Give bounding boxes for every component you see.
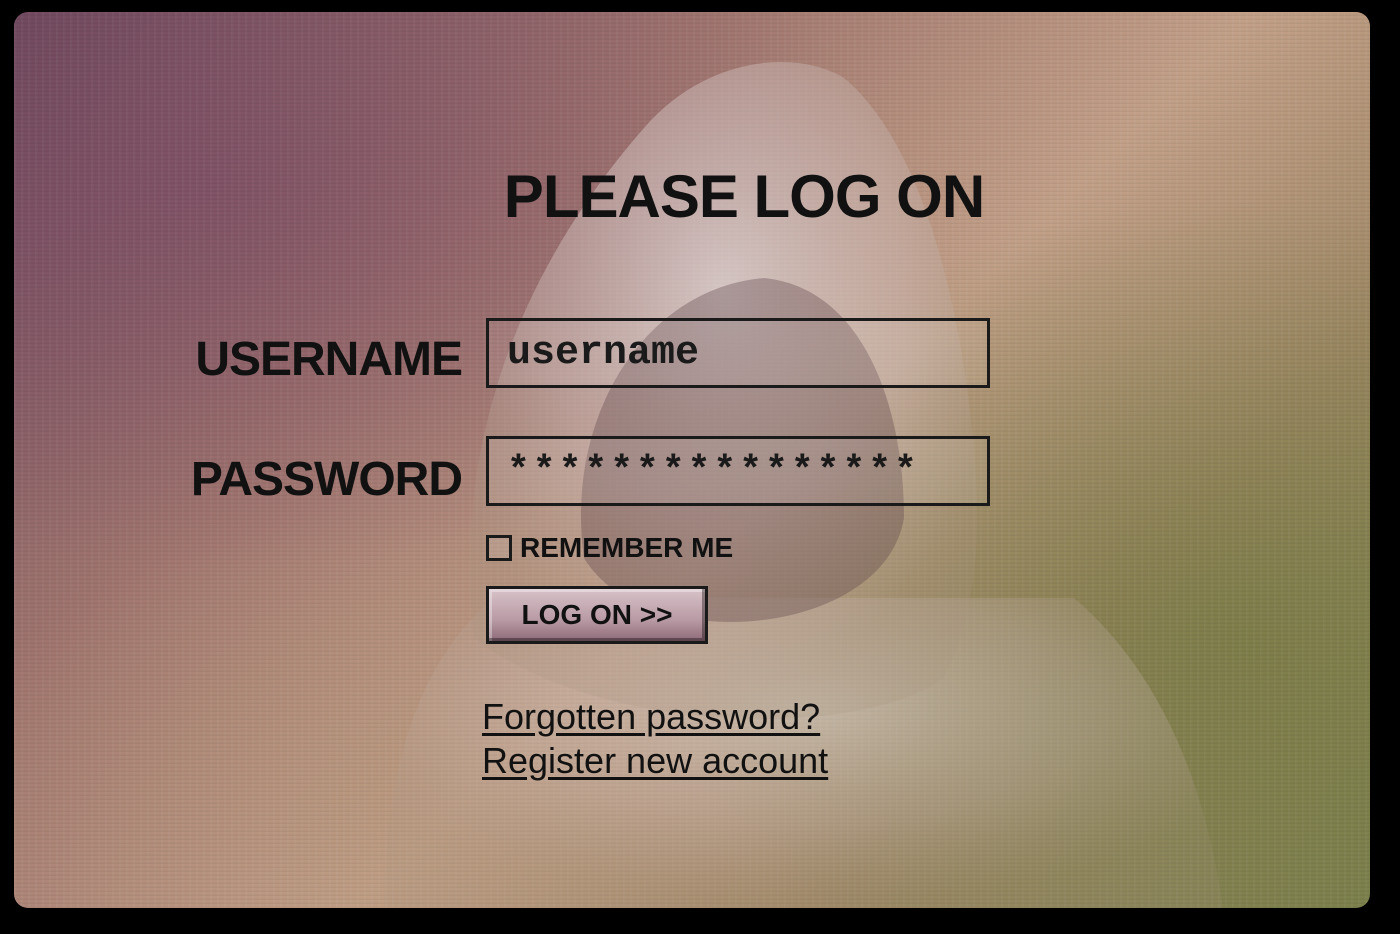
username-field[interactable]: username [486, 318, 990, 388]
username-field-value: username [507, 330, 700, 376]
page-title: PLEASE LOG ON [503, 163, 985, 230]
username-label: USERNAME [195, 333, 463, 386]
password-field-value: **************** [507, 449, 920, 493]
log-on-button[interactable]: LOG ON >> [486, 586, 708, 644]
password-field[interactable]: **************** [486, 436, 990, 506]
register-account-link[interactable]: Register new account [482, 740, 828, 782]
password-label: PASSWORD [190, 453, 463, 506]
remember-me-checkbox[interactable] [486, 535, 512, 561]
remember-me-row[interactable]: REMEMBER ME [486, 532, 733, 564]
login-form: PLEASE LOG ON USERNAME username PASSWORD… [14, 12, 1370, 908]
remember-me-label: REMEMBER ME [520, 532, 734, 563]
background-panel: PLEASE LOG ON USERNAME username PASSWORD… [14, 12, 1370, 908]
forgot-password-link[interactable]: Forgotten password? [482, 696, 820, 738]
log-on-button-label: LOG ON >> [521, 599, 673, 630]
